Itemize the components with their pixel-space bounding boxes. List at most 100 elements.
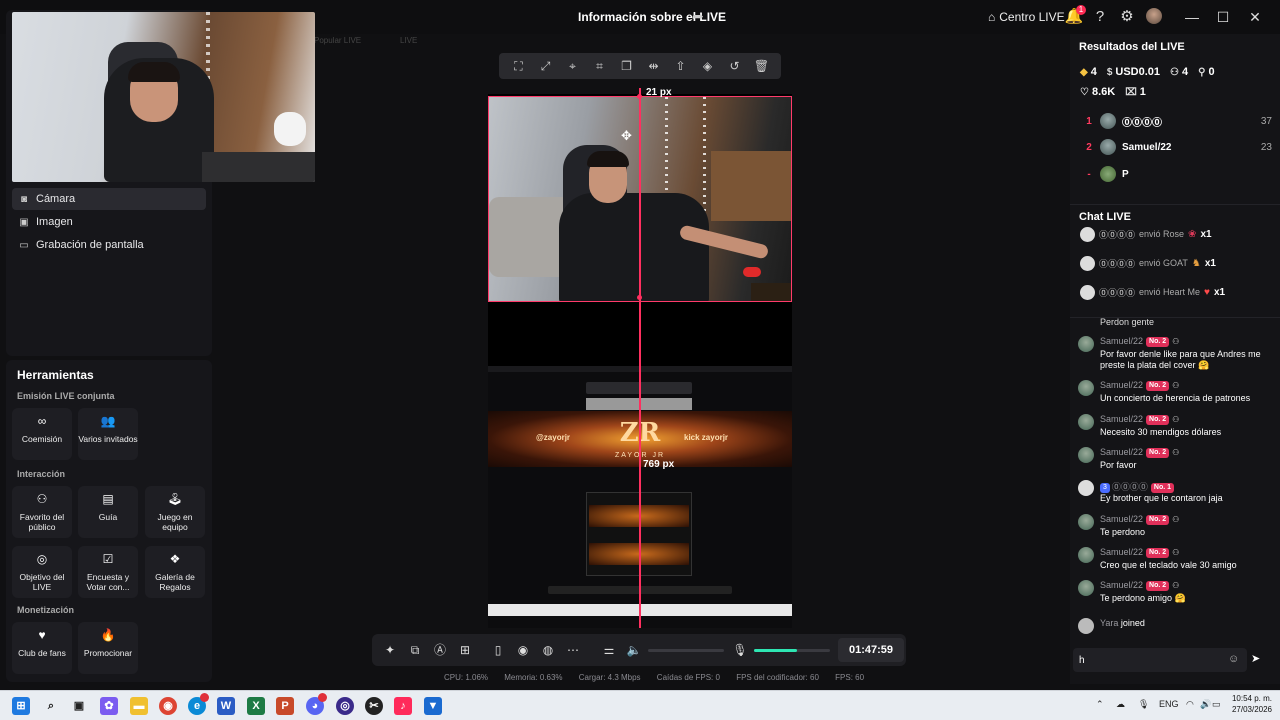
minimize-icon[interactable]: — (1182, 8, 1202, 26)
wifi-icon[interactable]: ◠ (1186, 699, 1194, 710)
tool-objetivo[interactable]: ◎ Objetivo del LIVE (12, 546, 72, 598)
tool-galeria-regalos[interactable]: ❖ Galería de Regalos (145, 546, 205, 598)
chat-text: Un concierto de herencia de patrones (1100, 393, 1251, 403)
tool-club-fans[interactable]: ♥ Club de fans (12, 622, 72, 674)
tools-panel: Herramientas Emisión LIVE conjunta ∞ Coe… (6, 360, 212, 682)
ranking-row[interactable]: 2 Samuel/22 23 (1078, 137, 1272, 157)
close-icon[interactable]: ✕ (1245, 8, 1265, 26)
tool-promocionar[interactable]: 🔥 Promocionar (78, 622, 138, 674)
tool-guia[interactable]: ▤ Guía (78, 486, 138, 538)
users-icon: 👥 (100, 414, 116, 428)
microphone-icon[interactable]: 🎙 (732, 642, 748, 658)
tiktok-live-icon[interactable]: ♪ (394, 697, 412, 715)
task-view-icon[interactable]: ▣ (70, 697, 88, 715)
windows-start-icon[interactable]: ⊞ (12, 697, 30, 715)
add-source-icon[interactable]: ⊞ (457, 642, 473, 658)
chat-text: Te perdono amigo 🤗 (1100, 593, 1186, 603)
camera-switch-icon[interactable]: ◍ (540, 642, 556, 658)
rotate-icon[interactable]: ↺ (726, 59, 744, 73)
copilot-icon[interactable]: ✿ (100, 697, 118, 715)
share-icon[interactable]: ➦ (692, 8, 704, 25)
capcut-icon[interactable]: ✂ (365, 697, 383, 715)
ai-icon[interactable]: Ⓐ (432, 642, 448, 658)
phone-icon[interactable]: ▯ (490, 642, 506, 658)
chrome-icon[interactable]: ◉ (159, 697, 177, 715)
magic-wand-icon[interactable]: ✦ (382, 642, 398, 658)
move-cursor-icon: ✥ (621, 128, 632, 143)
trash-icon[interactable]: 🗑 (753, 59, 771, 73)
chevron-up-icon[interactable]: ⌃ (1096, 699, 1104, 710)
ranking-row[interactable]: - P (1078, 164, 1272, 184)
tool-juego-equipo[interactable]: 🕹 Juego en equipo (145, 486, 205, 538)
vpn-icon[interactable]: ▼ (424, 697, 442, 715)
effects-icon[interactable]: ⧉ (407, 642, 423, 658)
send-icon[interactable]: ➤ (1251, 652, 1260, 665)
chat-text: Por favor (1100, 460, 1137, 470)
avatar (1078, 447, 1094, 463)
mic-level-slider[interactable] (754, 649, 830, 652)
settings-sliders-icon[interactable]: ⚌ (601, 642, 617, 658)
stat-memoria: Memoria: 0.63% (504, 673, 563, 682)
language-indicator[interactable]: ENG (1159, 699, 1179, 709)
group-icon: ⚇ (1172, 337, 1180, 346)
microphone-tray-icon[interactable]: 🎙 (1138, 699, 1149, 710)
word-icon[interactable]: W (217, 697, 235, 715)
copy-icon[interactable]: ❐ (618, 59, 636, 73)
layers-icon[interactable]: ◈ (699, 59, 717, 73)
guide-handle[interactable] (637, 295, 642, 300)
flip-icon[interactable]: ⇹ (645, 59, 663, 73)
notification-badge: 1 (1076, 5, 1086, 15)
tool-encuesta[interactable]: ☑ Encuesta y Votar con... (78, 546, 138, 598)
source-item-grabacion[interactable]: ▭ Grabación de pantalla (12, 234, 206, 256)
speaker-icon[interactable]: 🔈 (626, 642, 642, 658)
obs-icon[interactable]: ◎ (336, 697, 354, 715)
maximize-icon[interactable]: ☐ (1213, 8, 1233, 26)
volume-icon[interactable]: 🔊 (1200, 699, 1211, 710)
source-item-imagen[interactable]: ▣ Imagen (12, 211, 206, 233)
more-icon[interactable]: ⋯ (565, 642, 581, 658)
chat-username: Samuel/22 (1100, 380, 1144, 390)
source-item-camara[interactable]: ◙ Cámara (12, 188, 206, 210)
mouse (743, 267, 761, 277)
camera-thumbnail[interactable] (12, 12, 315, 182)
avatar (1080, 284, 1095, 300)
notification-dot (200, 693, 209, 702)
keyboard (751, 283, 791, 301)
search-icon[interactable]: ⌕ (42, 697, 60, 715)
onedrive-icon[interactable]: ☁ (1116, 699, 1125, 710)
group-icon: ⚇ (1172, 515, 1180, 524)
ranking-row[interactable]: 1 ⓪⓪⓪⓪ 37 (1078, 111, 1272, 131)
bring-forward-icon[interactable]: ⇧ (672, 59, 690, 73)
file-explorer-icon[interactable]: ▬ (130, 697, 148, 715)
guide-handle[interactable] (637, 94, 642, 99)
home-icon: ⌂ (988, 10, 996, 24)
centro-live-button[interactable]: ⌂ Centro LIVE (988, 10, 1065, 24)
rank-name: P (1122, 168, 1129, 180)
help-icon[interactable]: ? (1090, 7, 1110, 27)
gear-icon[interactable]: ⚙ (1117, 7, 1137, 27)
tool-coemision[interactable]: ∞ Coemisión (12, 408, 72, 460)
expand-icon[interactable]: ⤢ (537, 59, 555, 74)
stat-caidas: Caídas de FPS: 0 (656, 673, 720, 682)
avatar (1100, 113, 1116, 129)
emoji-icon[interactable]: ☺ (1228, 653, 1239, 665)
powerpoint-icon[interactable]: P (276, 697, 294, 715)
tool-varios-invitados[interactable]: 👥 Varios invitados (78, 408, 138, 460)
volume-slider[interactable] (648, 649, 724, 652)
banner-handle-right: kick zayorjr (684, 433, 729, 442)
record-icon[interactable]: ◉ (515, 642, 531, 658)
tool-favorito[interactable]: ⚇ Favorito del público (12, 486, 72, 538)
battery-icon[interactable]: ▭ (1212, 699, 1221, 710)
center-icon[interactable]: ⌖ (564, 59, 582, 74)
gifts-stat: ⌧ 1 (1125, 86, 1146, 98)
likes-stat: ♡ 8.6K (1080, 86, 1115, 98)
chat-input[interactable]: h (1073, 648, 1247, 672)
avatar (1078, 514, 1094, 530)
crop-icon[interactable]: ⌗ (591, 59, 609, 74)
excel-icon[interactable]: X (247, 697, 265, 715)
fit-icon[interactable]: ⛶ (510, 59, 528, 74)
avatar[interactable] (1146, 8, 1162, 24)
ghost-tab-live: LIVE (400, 36, 418, 45)
clock[interactable]: 10:54 p. m. 27/03/2026 (1226, 693, 1272, 715)
tool-label: Guía (98, 512, 118, 522)
